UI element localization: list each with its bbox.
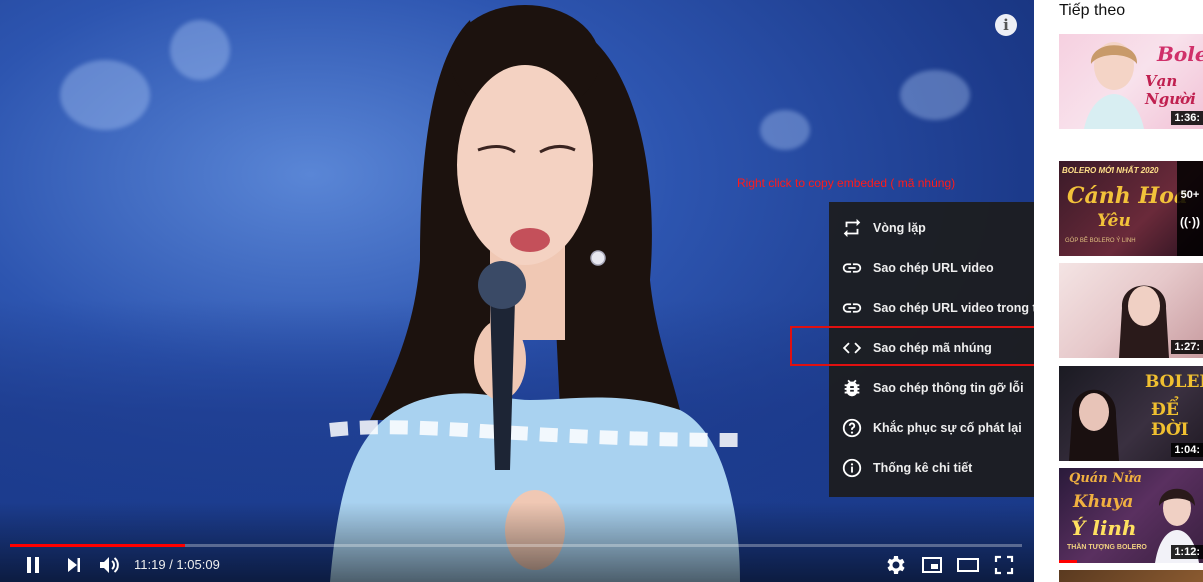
duration-badge: 1:36: [1171,111,1203,125]
next-icon [68,558,80,572]
video-thumbnail[interactable] [1059,570,1203,582]
menu-item-label: Sao chép thông tin gỡ lỗi [873,381,1024,395]
video-thumbnail[interactable]: Bolero Vạn Người 1:36: [1059,34,1203,129]
duration-badge: 1:04: [1171,443,1203,457]
menu-item-copy-embed[interactable]: Sao chép mã nhúng [829,328,1034,368]
thumbnail-text: Ý linh [1071,516,1137,540]
volume-icon [100,557,119,573]
bokeh-light [900,70,970,120]
miniplayer-button[interactable] [920,552,944,578]
up-next-title: Tiếp theo [1059,2,1126,19]
youtube-watch-page: i Right click to copy embeded ( mã nhúng… [0,0,1203,582]
time-display: 11:19 / 1:05:09 [134,557,220,572]
next-button[interactable] [62,552,86,578]
info-circle-icon [841,457,863,479]
menu-item-label: Sao chép URL video [873,261,994,275]
thumbnail-text: BOLERO [1145,372,1203,392]
thumbnail-text: ĐỂ ĐỜI [1151,400,1189,440]
bokeh-light [170,20,230,80]
thumbnail-text: Bolero [1157,42,1203,66]
pause-icon [27,557,39,573]
fullscreen-button[interactable] [992,552,1016,578]
bokeh-light [60,60,150,130]
thumbnail-image [1119,285,1169,358]
miniplayer-icon [922,557,942,573]
video-thumbnail[interactable]: BOLERO MỚI NHẤT 2020 Cánh Hoa Yêu GÓP BÊ… [1059,161,1203,256]
thumbnail-text: Cánh Hoa [1067,183,1189,209]
info-icon[interactable]: i [995,14,1017,36]
link-icon [841,297,863,319]
video-thumbnail[interactable]: Quán Nửa Khuya Ý linh THẦN TƯỢNG BOLERO … [1059,468,1203,563]
up-next-sidebar: Tiếp theo Bolero Vạn Người 1:36: BOLERO … [1034,0,1203,582]
bug-icon [841,377,863,399]
menu-item-label: Vòng lặp [873,221,926,235]
bokeh-light [760,110,810,150]
theater-icon [957,558,979,572]
context-menu: Vòng lặp Sao chép URL video Sao chép URL… [829,202,1034,497]
current-time: 11:19 [134,557,166,572]
thumbnail-text: BOLERO MỚI NHẤT 2020 [1062,166,1159,175]
menu-item-copy-debug[interactable]: Sao chép thông tin gỡ lỗi [829,368,1034,408]
singer-image [329,5,740,582]
thumbnail-text: Vạn Người [1145,72,1196,108]
menu-item-label: Khắc phục sự cố phát lại [873,421,1022,435]
thumbnail-text: Yêu [1097,211,1131,231]
help-icon [841,417,863,439]
thumbnail-text: THẦN TƯỢNG BOLERO [1067,544,1147,551]
live-count: 50+ [1180,188,1200,201]
thumbnail-image [1084,42,1144,129]
code-icon [841,337,863,359]
thumbnail-text: Quán Nửa [1069,471,1142,486]
menu-item-label: Thống kê chi tiết [873,461,973,475]
control-bar: 11:19 / 1:05:09 [0,552,1034,578]
progress-played [10,544,186,547]
theater-mode-button[interactable] [955,552,981,578]
menu-item-label: Sao chép mã nhúng [873,341,992,355]
video-thumbnail[interactable]: BOLERO ĐỂ ĐỜI 1:04: [1059,366,1203,461]
loop-icon [841,217,863,239]
duration-badge: 1:27: [1171,340,1203,354]
video-player[interactable]: i Right click to copy embeded ( mã nhúng… [0,0,1034,582]
watched-progress [1059,560,1077,563]
volume-button[interactable] [96,552,122,578]
live-badge: 50+ ((·)) [1177,161,1203,256]
pause-button[interactable] [20,552,46,578]
menu-item-stats[interactable]: Thống kê chi tiết [829,448,1034,488]
menu-item-copy-url-at-time[interactable]: Sao chép URL video trong thời gian hiện … [829,288,1034,328]
thumbnail-text: Khuya [1073,492,1134,512]
gear-icon [887,556,905,574]
settings-button[interactable] [884,552,908,578]
fullscreen-icon [994,555,1014,575]
menu-item-label: Sao chép URL video trong thời gian hiện … [873,301,1034,315]
video-thumbnail[interactable]: 1:27: [1059,263,1203,358]
annotation-note: Right click to copy embeded ( mã nhúng) [737,176,956,190]
menu-item-loop[interactable]: Vòng lặp [829,208,1034,248]
duration-badge: 1:12: [1171,545,1203,559]
live-icon: ((·)) [1180,214,1200,229]
thumbnail-text: GÓP BÊ BOLERO Ý LINH [1065,238,1136,244]
time-separator: / [165,557,177,572]
progress-bar[interactable] [10,544,1022,547]
menu-item-copy-url[interactable]: Sao chép URL video [829,248,1034,288]
thumbnail-image [1069,389,1119,461]
menu-item-troubleshoot[interactable]: Khắc phục sự cố phát lại [829,408,1034,448]
link-icon [841,257,863,279]
total-time: 1:05:09 [176,557,220,572]
